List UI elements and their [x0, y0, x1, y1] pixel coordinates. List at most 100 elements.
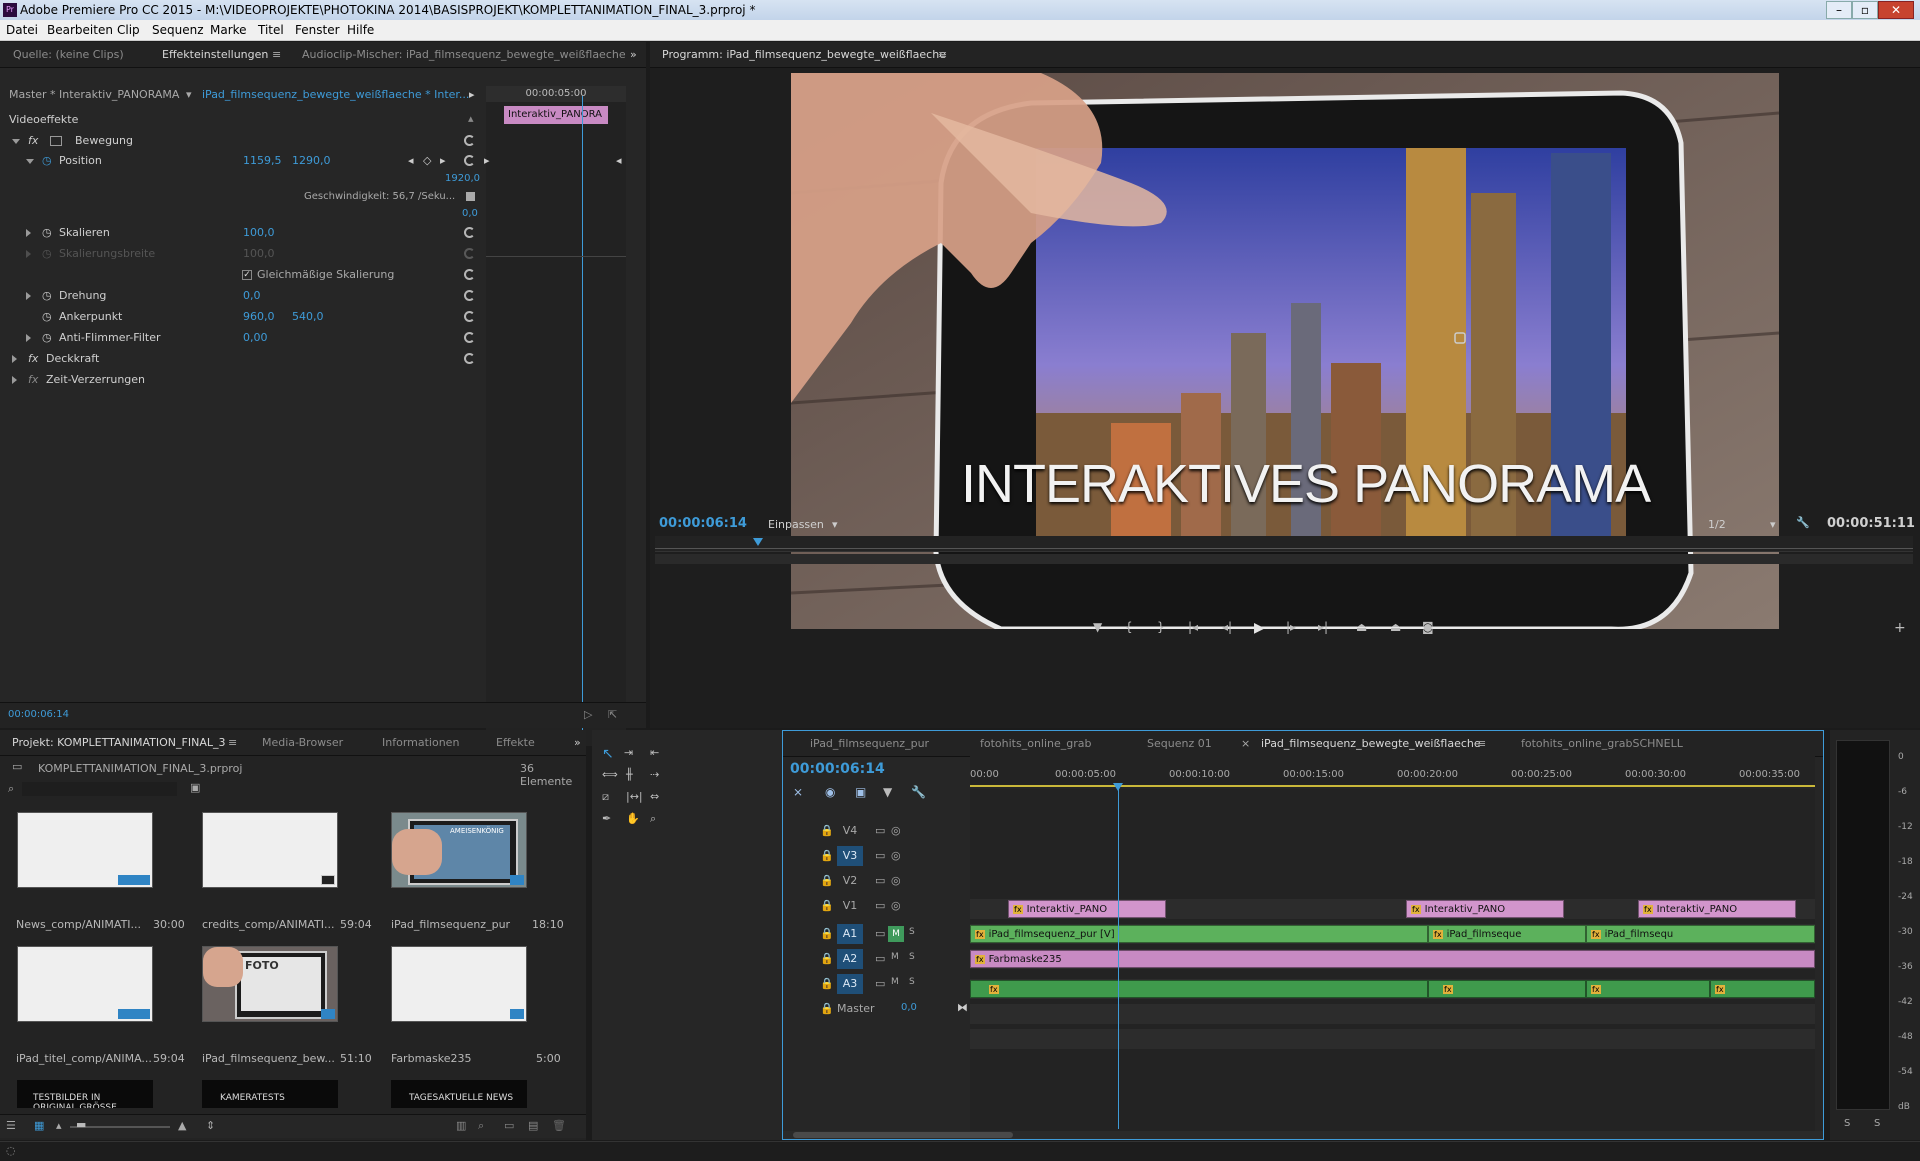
- slide-tool-icon[interactable]: ⇔: [650, 790, 659, 803]
- sync-lock-icon[interactable]: ▭: [875, 824, 885, 837]
- panel-menu-icon[interactable]: ≡: [938, 42, 947, 68]
- more-tabs-icon[interactable]: »: [630, 42, 637, 68]
- clip-v2[interactable]: fx iPad_filmsequenz_pur [V]: [970, 925, 1428, 943]
- menu-titel[interactable]: Titel: [258, 20, 284, 41]
- reset-opacity-icon[interactable]: [464, 353, 475, 364]
- timeline-timecode[interactable]: 00:00:06:14: [790, 761, 885, 777]
- clip-v1[interactable]: fx Farbmaske235: [970, 950, 1815, 968]
- opacity-row[interactable]: fx Deckkraft: [0, 349, 480, 369]
- timeline-playhead[interactable]: [1118, 785, 1119, 1129]
- panel-menu-icon[interactable]: ≡: [228, 730, 237, 756]
- settings-wrench-icon[interactable]: 🔧: [911, 785, 926, 799]
- step-back-icon[interactable]: ◂|: [1222, 620, 1232, 634]
- panel-menu-icon[interactable]: ≡: [272, 42, 281, 68]
- zoom-in-icon[interactable]: ▲: [178, 1119, 186, 1132]
- list-view-icon[interactable]: ☰: [6, 1119, 16, 1132]
- work-area-bar[interactable]: [970, 785, 1815, 787]
- new-bin-icon[interactable]: ▣: [190, 781, 200, 794]
- sort-icon[interactable]: ⇕: [206, 1119, 215, 1132]
- lock-icon[interactable]: 🔒: [820, 899, 834, 912]
- lock-icon[interactable]: 🔒: [820, 952, 834, 965]
- ripple-edit-tool-icon[interactable]: ⟺: [602, 768, 618, 781]
- sync-lock-icon[interactable]: ▭: [875, 977, 885, 990]
- tab-project[interactable]: Projekt: KOMPLETTANIMATION_FINAL_3: [12, 730, 226, 756]
- add-marker-icon[interactable]: ▼: [1093, 620, 1102, 634]
- menu-datei[interactable]: Datei: [6, 20, 38, 41]
- tab-audio-mixer[interactable]: Audioclip-Mischer: iPad_filmsequenz_bewe…: [302, 42, 626, 68]
- tab-media-browser[interactable]: Media-Browser: [262, 730, 343, 756]
- time-remap-row[interactable]: fx Zeit-Verzerrungen: [0, 370, 480, 390]
- track-label[interactable]: V2: [837, 871, 863, 891]
- hand-tool-icon[interactable]: ✋: [626, 812, 640, 825]
- timeline-playhead-head[interactable]: [1113, 783, 1123, 791]
- master-volume-value[interactable]: 0,0: [901, 1002, 917, 1013]
- fit-dropdown-icon[interactable]: ▾: [832, 518, 838, 531]
- expand-time-remap-icon[interactable]: [12, 376, 17, 384]
- zoom-out-icon[interactable]: ▴: [56, 1119, 62, 1132]
- fx-badge-icon[interactable]: fx: [28, 349, 38, 369]
- scrollbar-thumb[interactable]: [793, 1132, 1013, 1138]
- program-scrubber[interactable]: [655, 536, 1913, 552]
- track-label[interactable]: A1: [837, 924, 863, 944]
- track-label[interactable]: A2: [837, 949, 863, 969]
- sync-lock-icon[interactable]: ▭: [875, 927, 885, 940]
- collapse-motion-icon[interactable]: [12, 139, 20, 144]
- menu-bearbeiten[interactable]: Bearbeiten: [47, 20, 113, 41]
- eye-icon[interactable]: ◎: [891, 874, 901, 887]
- slider-handle-icon[interactable]: ▬: [76, 1118, 86, 1131]
- expand-rotation-icon[interactable]: [26, 292, 31, 300]
- reset-uniform-icon[interactable]: [464, 269, 475, 280]
- snap-icon[interactable]: ⨯: [793, 785, 803, 799]
- scroll-up-icon[interactable]: ▴: [468, 112, 474, 125]
- sync-lock-icon[interactable]: ▭: [875, 849, 885, 862]
- tab-source[interactable]: Quelle: (keine Clips): [13, 42, 124, 68]
- thumbnail-ipad-titel[interactable]: [17, 946, 153, 1022]
- tab-effect-controls[interactable]: Effekteinstellungen: [162, 42, 268, 68]
- new-bin-icon[interactable]: ▭: [504, 1119, 514, 1132]
- thumbnail-tagesaktuelle[interactable]: TAGESAKTUELLE NEWS: [391, 1080, 527, 1108]
- play-icon[interactable]: ▶: [1254, 620, 1265, 636]
- track-select-tool-icon[interactable]: ⇥: [624, 746, 633, 759]
- program-timecode[interactable]: 00:00:06:14: [659, 516, 747, 531]
- stopwatch-icon[interactable]: ◷: [42, 151, 52, 171]
- reset-scale-icon[interactable]: [464, 227, 475, 238]
- resolution-dropdown-icon[interactable]: ▾: [1770, 518, 1776, 531]
- tab-sequence[interactable]: iPad_filmsequenz_pur: [810, 731, 929, 757]
- position-x-value[interactable]: 1159,5: [243, 151, 282, 171]
- thumbnail-testbilder[interactable]: TESTBILDER IN ORIGINAL GRÖSSE: [17, 1080, 153, 1108]
- find-icon[interactable]: ⌕: [478, 1119, 484, 1133]
- pen-tool-icon[interactable]: ✒: [602, 812, 611, 825]
- export-frame-icon[interactable]: ⇱: [608, 708, 617, 721]
- menu-marke[interactable]: Marke: [210, 20, 247, 41]
- track-label[interactable]: V1: [837, 896, 863, 916]
- mark-in-icon[interactable]: {: [1125, 620, 1133, 634]
- sync-lock-icon[interactable]: ▭: [875, 899, 885, 912]
- motion-row[interactable]: fx Bewegung: [0, 131, 480, 151]
- export-frame-camera-icon[interactable]: ◙: [1422, 620, 1434, 634]
- rotation-value[interactable]: 0,0: [243, 286, 261, 306]
- mute-button[interactable]: M: [891, 952, 899, 962]
- minimize-button[interactable]: –: [1826, 1, 1852, 19]
- clip-a1[interactable]: fx: [1586, 980, 1710, 998]
- wrench-icon[interactable]: 🔧: [1796, 516, 1810, 529]
- sync-lock-icon[interactable]: ▭: [875, 952, 885, 965]
- extract-icon[interactable]: ⏏: [1390, 620, 1401, 634]
- trash-icon[interactable]: 🗑: [552, 1119, 566, 1132]
- solo-button[interactable]: S: [909, 977, 915, 987]
- thumbnail-farbmaske[interactable]: [391, 946, 527, 1022]
- clip-a1[interactable]: fx: [1710, 980, 1815, 998]
- go-to-in-icon[interactable]: |◂: [1188, 620, 1198, 634]
- expand-flicker-icon[interactable]: [26, 334, 31, 342]
- menu-sequenz[interactable]: Sequenz: [152, 20, 204, 41]
- clip-a1[interactable]: fx: [1428, 980, 1586, 998]
- rate-stretch-tool-icon[interactable]: ⇢: [650, 768, 659, 781]
- mini-clip[interactable]: Interaktiv_PANORA: [504, 106, 608, 124]
- go-to-out-icon[interactable]: ▸|: [1318, 620, 1328, 634]
- position-y-value[interactable]: 1290,0: [292, 151, 331, 171]
- lock-icon[interactable]: 🔒: [820, 824, 834, 837]
- thumbnail-kameratests[interactable]: KAMERATESTS: [202, 1080, 338, 1108]
- razor-tool-icon[interactable]: ⧄: [602, 790, 609, 804]
- solo-button[interactable]: S: [909, 952, 915, 962]
- mark-out-icon[interactable]: }: [1157, 620, 1165, 634]
- mini-timeline[interactable]: 00:00:05:00 Interaktiv_PANORA: [486, 86, 626, 746]
